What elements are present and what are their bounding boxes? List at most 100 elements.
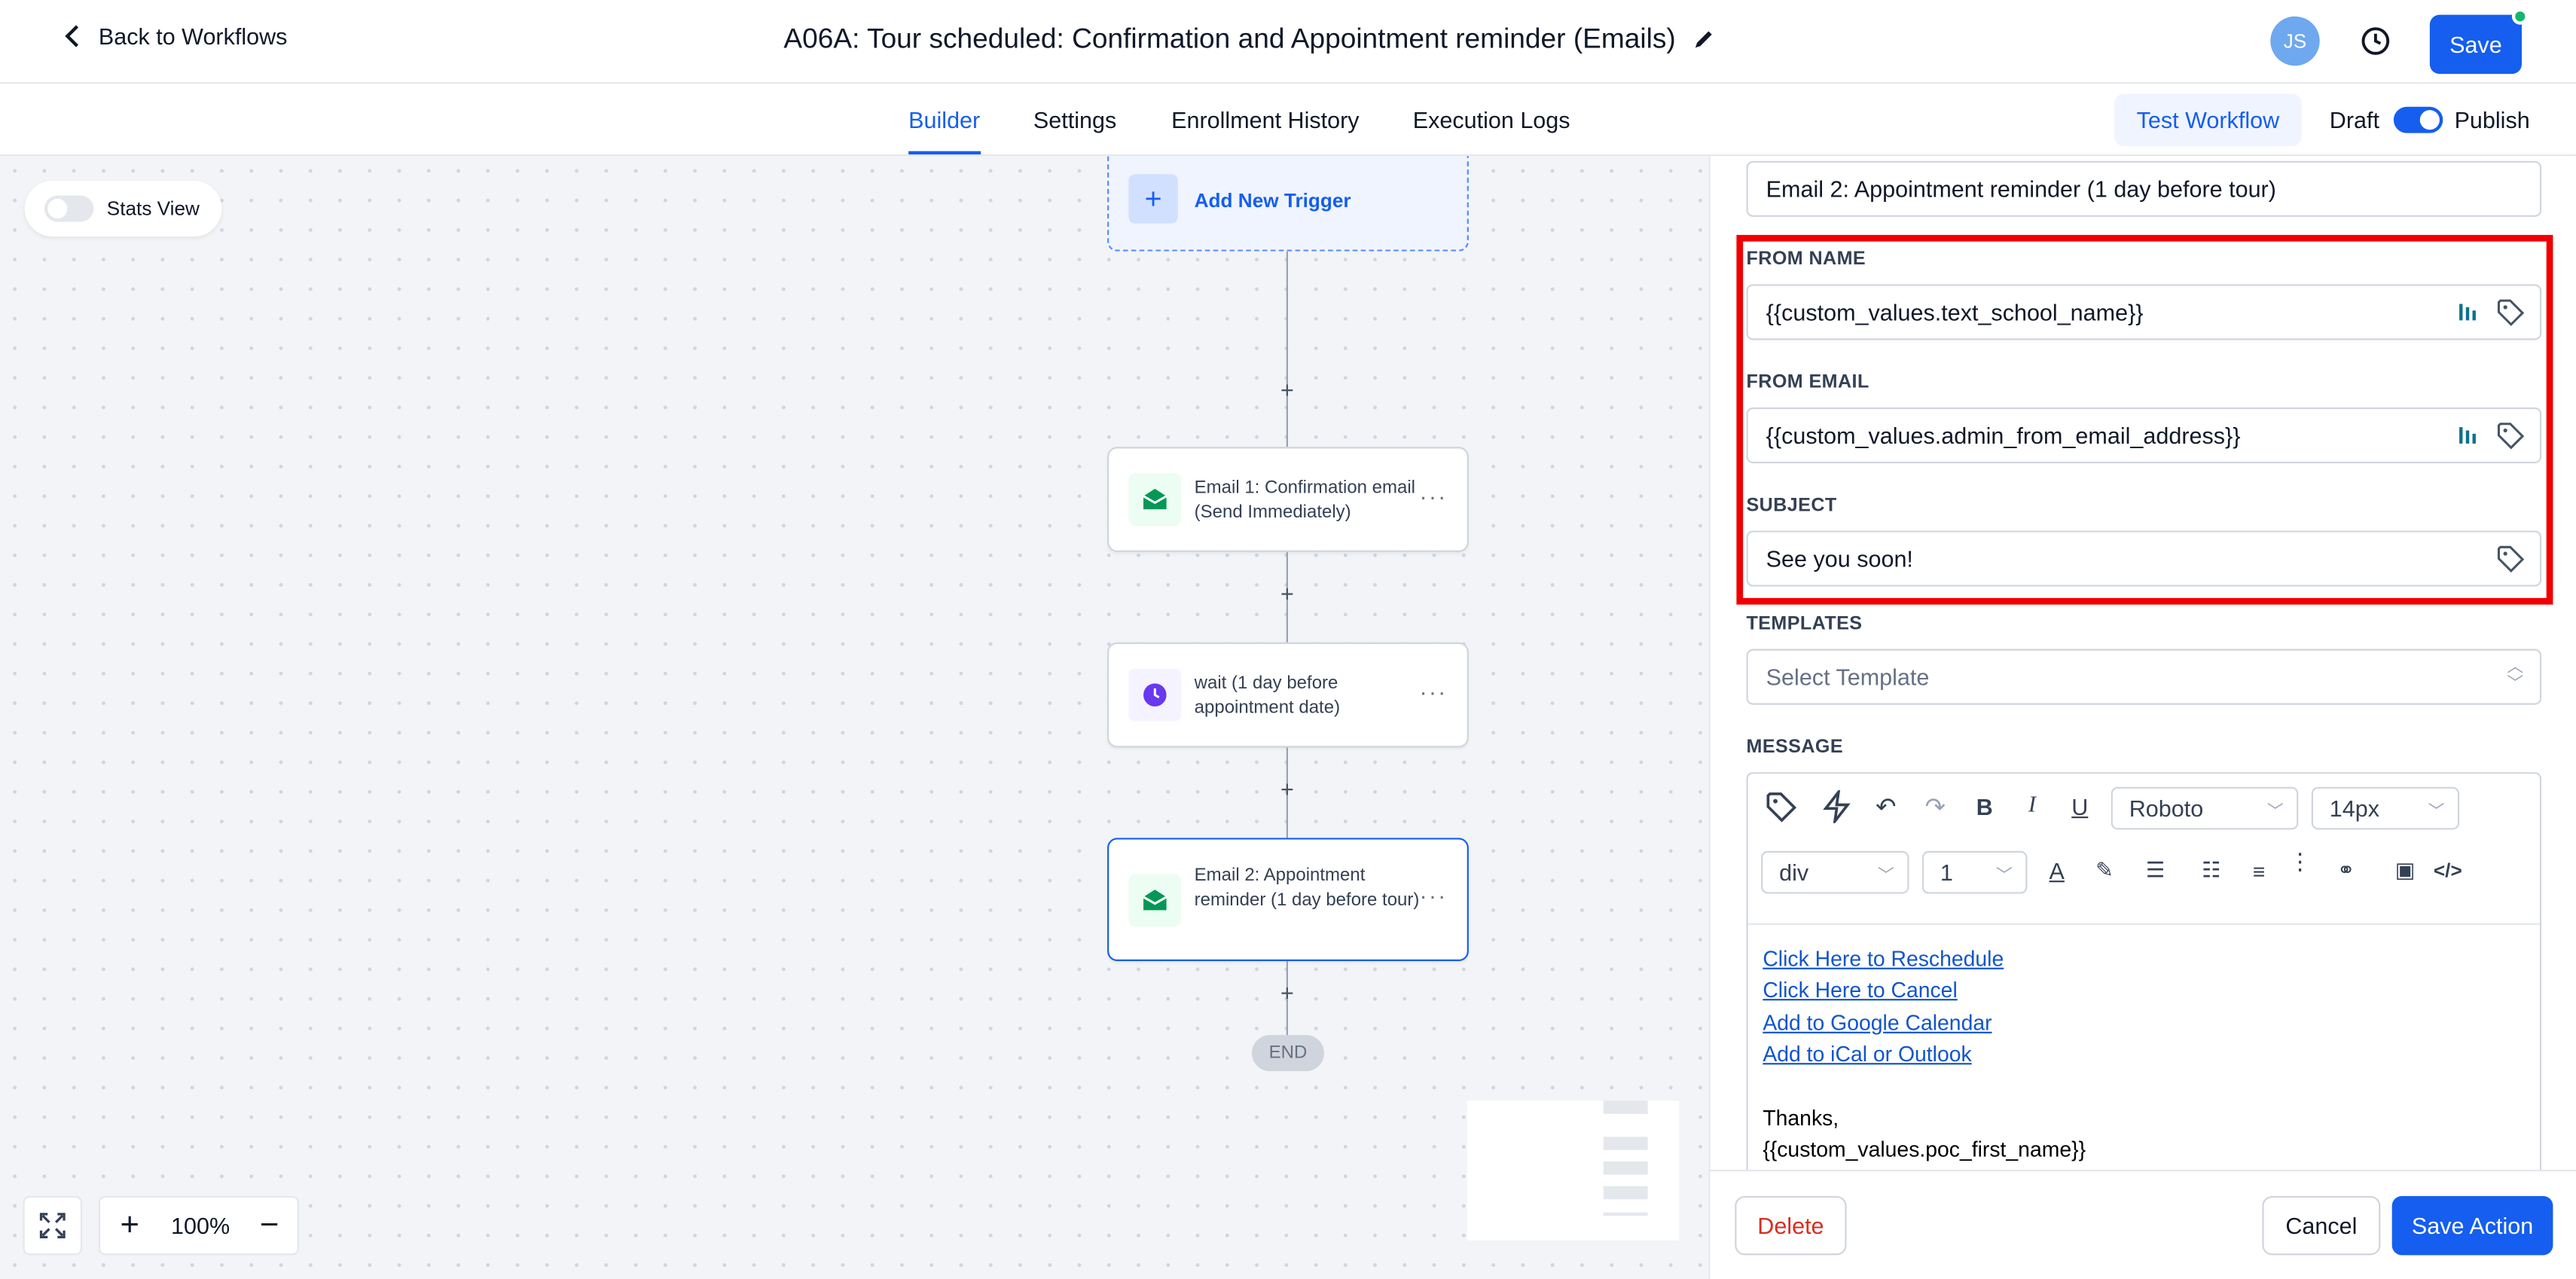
- chevron-down-icon: ﹀: [1996, 867, 2013, 886]
- templates-label: TEMPLATES: [1746, 614, 1863, 634]
- email-icon: [1128, 473, 1182, 526]
- publish-toggle[interactable]: [2393, 106, 2443, 133]
- message-body[interactable]: Click Here to Reschedule Click Here to C…: [1763, 943, 2086, 1166]
- custom-values-icon[interactable]: [2455, 298, 2484, 327]
- plus-icon: +: [1128, 174, 1178, 224]
- chevron-down-icon: ﹀: [2266, 803, 2284, 822]
- tab-builder[interactable]: Builder: [908, 107, 980, 133]
- tab-execution-logs[interactable]: Execution Logs: [1413, 107, 1570, 133]
- bold-icon[interactable]: B: [1968, 790, 2001, 823]
- stats-view-label: Stats View: [106, 197, 200, 221]
- stats-view-toggle[interactable]: Stats View: [24, 180, 222, 237]
- tab-settings[interactable]: Settings: [1033, 107, 1116, 133]
- history-icon[interactable]: [2359, 25, 2392, 58]
- ical-outlook-link[interactable]: Add to iCal or Outlook: [1763, 1039, 2086, 1070]
- save-action-button[interactable]: Save Action: [2391, 1195, 2553, 1256]
- avatar[interactable]: JS: [2270, 16, 2320, 66]
- underline-icon[interactable]: U: [2063, 790, 2096, 823]
- tag-icon[interactable]: [2495, 420, 2525, 450]
- add-step-plus[interactable]: +: [1277, 376, 1298, 402]
- font-size-select[interactable]: 14px ﹀: [2311, 786, 2460, 830]
- tag-icon[interactable]: [2495, 298, 2525, 327]
- google-calendar-link[interactable]: Add to Google Calendar: [1763, 1007, 2086, 1039]
- add-step-plus[interactable]: +: [1277, 580, 1298, 606]
- from-name-field[interactable]: {{custom_values.text_school_name}}: [1746, 284, 2542, 340]
- chevron-down-icon: ﹀: [1877, 867, 1894, 886]
- zoom-in-button[interactable]: +: [100, 1207, 160, 1244]
- highlight-icon[interactable]: ✎: [2088, 854, 2121, 887]
- font-family-select[interactable]: Roboto ﹀: [2111, 786, 2299, 830]
- line-height-select[interactable]: 1 ﹀: [1921, 850, 2028, 894]
- save-button[interactable]: Save: [2429, 14, 2522, 75]
- test-workflow-button[interactable]: Test Workflow: [2114, 93, 2302, 147]
- add-trigger-box[interactable]: + Add New Trigger: [1107, 156, 1469, 252]
- workflow-canvas[interactable]: Stats View + Add New Trigger + Email 1: …: [0, 156, 1709, 1279]
- template-placeholder: Select Template: [1766, 664, 1930, 691]
- cancel-button[interactable]: Cancel: [2262, 1195, 2381, 1256]
- end-node: END: [1251, 1035, 1324, 1072]
- minimap-node: [1603, 1137, 1648, 1150]
- thanks-text: Thanks,: [1763, 1105, 1839, 1131]
- minimap-node: [1603, 1212, 1648, 1216]
- link-icon[interactable]: ⚭: [2330, 854, 2363, 887]
- fit-view-button[interactable]: [23, 1195, 83, 1256]
- bullet-list-icon[interactable]: ☰: [2139, 854, 2172, 887]
- workflow-node-wait[interactable]: wait (1 day before appointment date) ···: [1107, 642, 1469, 748]
- text-color-icon[interactable]: A: [2040, 854, 2074, 887]
- code-icon[interactable]: </>: [2431, 854, 2465, 887]
- node-label: Email 1: Confirmation email (Send Immedi…: [1194, 478, 1416, 523]
- node-label: Email 2: Appointment reminder (1 day bef…: [1194, 865, 1420, 911]
- pencil-icon[interactable]: [1692, 28, 1716, 51]
- custom-values-icon[interactable]: [2455, 420, 2484, 450]
- chevron-left-icon: [65, 25, 79, 47]
- more-icon[interactable]: ···: [1419, 882, 1447, 908]
- tag-icon[interactable]: [2495, 544, 2525, 573]
- email-icon: [1128, 874, 1182, 927]
- subject-label: SUBJECT: [1746, 496, 1837, 516]
- more-icon[interactable]: ···: [1419, 679, 1447, 705]
- draft-label: Draft: [2329, 106, 2379, 133]
- redo-icon[interactable]: ↷: [1919, 790, 1952, 823]
- back-to-workflows-link[interactable]: Back to Workflows: [60, 23, 288, 50]
- zoom-out-button[interactable]: −: [242, 1207, 298, 1244]
- minimap-node: [1603, 1161, 1648, 1175]
- block-format-value: div: [1779, 859, 1809, 886]
- italic-icon[interactable]: I: [2016, 790, 2049, 823]
- lightning-icon[interactable]: [1821, 790, 1854, 823]
- undo-icon[interactable]: ↶: [1869, 790, 1903, 823]
- workflow-node-email-2[interactable]: Email 2: Appointment reminder (1 day bef…: [1107, 838, 1469, 961]
- add-step-plus[interactable]: +: [1277, 775, 1298, 801]
- from-email-field[interactable]: {{custom_values.admin_from_email_address…: [1746, 407, 2542, 464]
- action-name-input[interactable]: Email 2: Appointment reminder (1 day bef…: [1746, 160, 2542, 217]
- signature-text: {{custom_values.poc_first_name}}: [1763, 1137, 2086, 1162]
- from-name-value: {{custom_values.text_school_name}}: [1766, 298, 2144, 325]
- template-select[interactable]: Select Template ︿ ﹀: [1746, 649, 2542, 705]
- tag-icon[interactable]: [1765, 790, 1798, 823]
- add-step-plus[interactable]: +: [1277, 979, 1298, 1006]
- panel-footer: Delete Cancel Save Action: [1710, 1169, 2576, 1279]
- image-icon[interactable]: ▣: [2388, 854, 2422, 887]
- align-icon[interactable]: ≡: [2242, 854, 2275, 887]
- connector-line: [1286, 251, 1288, 447]
- more-vertical-icon[interactable]: ⋮: [2284, 844, 2317, 878]
- stats-toggle-switch[interactable]: [44, 195, 94, 222]
- tab-enrollment-history[interactable]: Enrollment History: [1171, 107, 1359, 133]
- divider: [1747, 923, 2540, 925]
- cancel-link[interactable]: Click Here to Cancel: [1763, 975, 2086, 1006]
- font-family-value: Roboto: [2129, 795, 2204, 822]
- numbered-list-icon[interactable]: ☷: [2195, 854, 2228, 887]
- block-format-select[interactable]: div ﹀: [1761, 850, 1909, 894]
- more-icon[interactable]: ···: [1419, 483, 1447, 509]
- editor-toolbar-row-2: div ﹀ 1 ﹀ A ✎ ☰ ☷ ≡ ⋮ ⚭ ▣ </>: [1748, 847, 2540, 914]
- delete-button[interactable]: Delete: [1735, 1195, 1847, 1256]
- message-editor[interactable]: ↶ ↷ B I U Roboto ﹀ 14px ﹀ div ﹀ 1 ﹀ A ✎ …: [1746, 772, 2542, 1200]
- back-label: Back to Workflows: [98, 23, 288, 50]
- minimap[interactable]: [1467, 1100, 1680, 1241]
- from-email-label: FROM EMAIL: [1746, 373, 1869, 393]
- workflow-node-email-1[interactable]: Email 1: Confirmation email (Send Immedi…: [1107, 447, 1469, 552]
- publish-label: Publish: [2454, 106, 2530, 133]
- subject-field[interactable]: See you soon!: [1746, 530, 2542, 587]
- reschedule-link[interactable]: Click Here to Reschedule: [1763, 943, 2086, 975]
- zoom-group: + 100% −: [98, 1195, 299, 1256]
- workflow-title-text: A06A: Tour scheduled: Confirmation and A…: [783, 23, 1676, 54]
